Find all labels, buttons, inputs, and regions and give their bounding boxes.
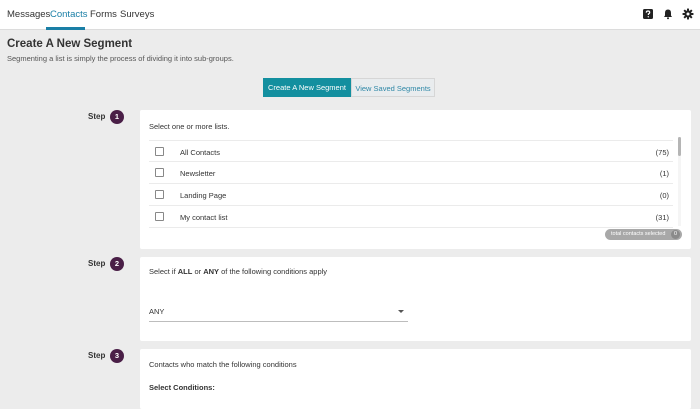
step-3-label: Step (88, 351, 106, 360)
heading-text: or (192, 267, 204, 276)
list-item[interactable]: Newsletter (1) (149, 162, 673, 184)
step-2-card: Select if ALL or ANY of the following co… (140, 257, 691, 341)
list-item[interactable]: All Contacts (75) (149, 140, 673, 162)
step-3-badge: 3 (110, 349, 124, 363)
step-3-card: Contacts who match the following conditi… (140, 349, 691, 409)
step-1-badge: 1 (110, 110, 124, 124)
total-contacts-selected-badge: total contacts selected 0 (605, 229, 682, 240)
nav-messages[interactable]: Messages (7, 9, 50, 20)
step-2-heading: Select if ALL or ANY of the following co… (149, 267, 327, 276)
heading-any: ANY (203, 267, 220, 276)
total-contacts-label: total contacts selected (611, 231, 666, 237)
gear-icon[interactable] (682, 8, 694, 20)
heading-text: Select if (149, 267, 178, 276)
create-segment-button[interactable]: Create A New Segment (263, 78, 351, 97)
list-checkbox[interactable] (155, 147, 164, 156)
select-value: ANY (149, 307, 165, 316)
list-count: (75) (655, 148, 669, 157)
total-contacts-count: 0 (671, 230, 680, 239)
nav-forms[interactable]: Forms (90, 9, 117, 20)
nav-surveys[interactable]: Surveys (120, 9, 154, 20)
list-checkbox[interactable] (155, 168, 164, 177)
list-scrollbar-thumb[interactable] (678, 137, 681, 156)
list-name: Landing Page (180, 191, 227, 200)
list-checkbox[interactable] (155, 212, 164, 221)
list-count: (0) (659, 191, 669, 200)
step-2-badge: 2 (110, 257, 124, 271)
step-1-card: Select one or more lists. All Contacts (… (140, 110, 691, 249)
heading-text: of the following conditions apply (219, 267, 328, 276)
list-item[interactable]: My contact list (31) (149, 206, 673, 228)
help-icon[interactable] (642, 8, 654, 20)
list-checkbox[interactable] (155, 190, 164, 199)
heading-all: ALL (177, 267, 193, 276)
page-header: Create A New Segment Segmenting a list i… (0, 30, 700, 70)
step-1-label: Step (88, 112, 106, 121)
select-conditions-label: Select Conditions: (149, 383, 215, 392)
nav-contacts[interactable]: Contacts (50, 9, 88, 20)
page-title: Create A New Segment (7, 38, 133, 50)
list-item[interactable]: Landing Page (0) (149, 184, 673, 206)
step-3-heading: Contacts who match the following conditi… (149, 360, 297, 369)
list-name: All Contacts (180, 148, 221, 157)
list-count: (1) (659, 169, 669, 178)
condition-match-select[interactable]: ANY (149, 300, 408, 322)
chevron-down-icon (398, 310, 404, 313)
list-name: My contact list (180, 213, 228, 222)
list-count: (31) (655, 213, 669, 222)
step-1-heading: Select one or more lists. (149, 122, 230, 131)
page-subtitle: Segmenting a list is simply the process … (7, 54, 234, 63)
view-saved-segments-button[interactable]: View Saved Segments (351, 78, 435, 97)
list-name: Newsletter (180, 169, 216, 178)
bell-icon[interactable] (662, 8, 674, 20)
top-navigation: Messages Contacts Forms Surveys (0, 0, 700, 30)
step-2-label: Step (88, 259, 106, 268)
